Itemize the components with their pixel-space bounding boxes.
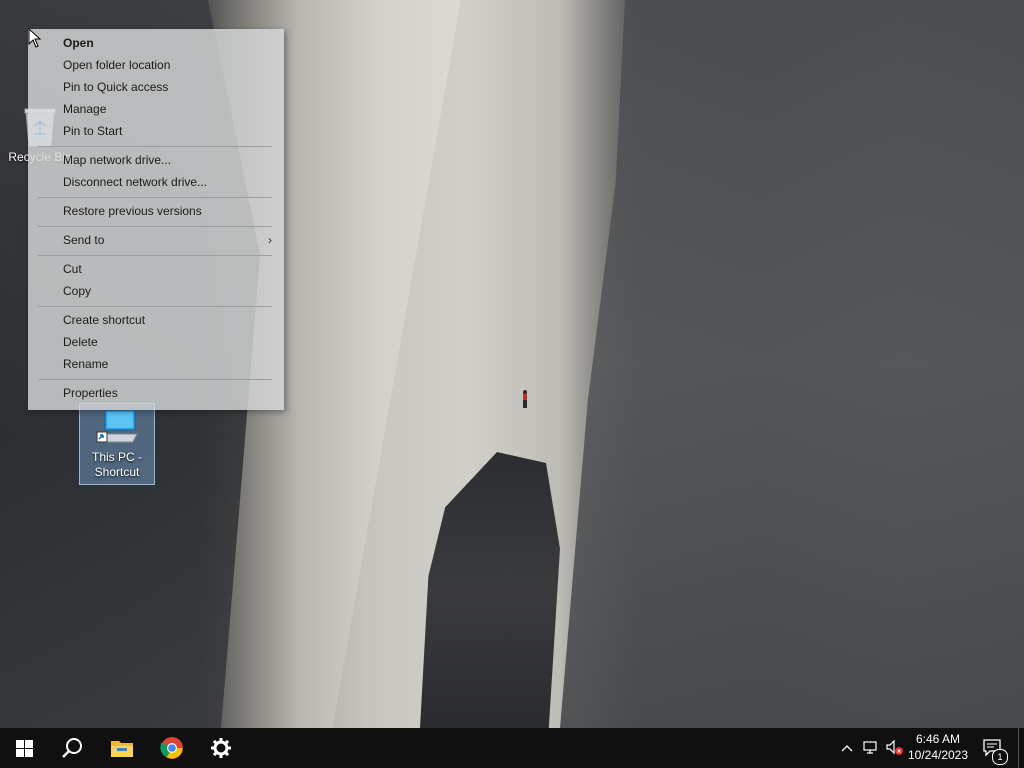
menu-separator [38,306,272,307]
taskbar: 6:46 AM 10/24/2023 1 [0,728,1024,768]
menu-item-map-network-drive[interactable]: Map network drive... [28,149,284,171]
search-button[interactable] [48,728,96,768]
volume-tray-button[interactable] [884,728,906,768]
menu-item-cut[interactable]: Cut [28,258,284,280]
settings-icon [211,738,231,758]
menu-item-manage[interactable]: Manage [28,98,284,120]
network-tray-button[interactable] [860,728,882,768]
menu-item-delete[interactable]: Delete [28,331,284,353]
menu-item-create-shortcut[interactable]: Create shortcut [28,309,284,331]
menu-separator [38,146,272,147]
chrome-button[interactable] [148,728,196,768]
menu-item-send-to-label: Send to [63,233,105,247]
this-pc-shortcut-desktop-icon[interactable]: This PC - Shortcut [79,403,155,485]
clock-date: 10/24/2023 [907,748,969,762]
chevron-right-icon: › [268,233,272,247]
menu-item-pin-to-quick-access[interactable]: Pin to Quick access [28,76,284,98]
menu-item-disconnect-network-drive[interactable]: Disconnect network drive... [28,171,284,193]
wallpaper-rock-pillar [420,452,560,728]
chevron-up-icon [841,745,853,752]
climber-figure [523,390,527,408]
show-hidden-icons-button[interactable] [838,728,856,768]
this-pc-shortcut-label: This PC - Shortcut [91,450,142,479]
search-icon [62,738,82,758]
computer-icon [96,409,138,443]
clock-time: 6:46 AM [915,732,961,746]
menu-item-rename[interactable]: Rename [28,353,284,375]
menu-separator [38,197,272,198]
menu-item-restore-previous-versions[interactable]: Restore previous versions [28,200,284,222]
desktop[interactable]: Recycle Bin This PC - Shortcut Open Open… [0,0,1024,728]
menu-item-properties[interactable]: Properties [28,382,284,404]
menu-item-open[interactable]: Open [28,32,284,54]
context-menu: Open Open folder location Pin to Quick a… [28,29,284,410]
chrome-icon [160,737,183,759]
show-desktop-button[interactable] [1018,728,1024,768]
menu-item-copy[interactable]: Copy [28,280,284,302]
volume-muted-icon [886,740,903,755]
windows-logo-icon [15,739,33,757]
menu-item-open-folder-location[interactable]: Open folder location [28,54,284,76]
settings-button[interactable] [197,728,245,768]
mouse-cursor-icon [28,28,42,48]
notification-count-badge: 1 [992,749,1008,765]
menu-item-pin-to-start[interactable]: Pin to Start [28,120,284,142]
action-center-button[interactable]: 1 [978,728,1008,768]
menu-separator [38,255,272,256]
file-explorer-icon [111,741,133,757]
menu-separator [38,226,272,227]
start-button[interactable] [0,728,48,768]
menu-item-send-to[interactable]: Send to › [28,229,284,251]
file-explorer-button[interactable] [98,728,146,768]
network-icon [863,741,877,754]
menu-separator [38,379,272,380]
clock[interactable]: 6:46 AM 10/24/2023 [906,731,970,763]
wallpaper-rock-right [560,0,1024,728]
